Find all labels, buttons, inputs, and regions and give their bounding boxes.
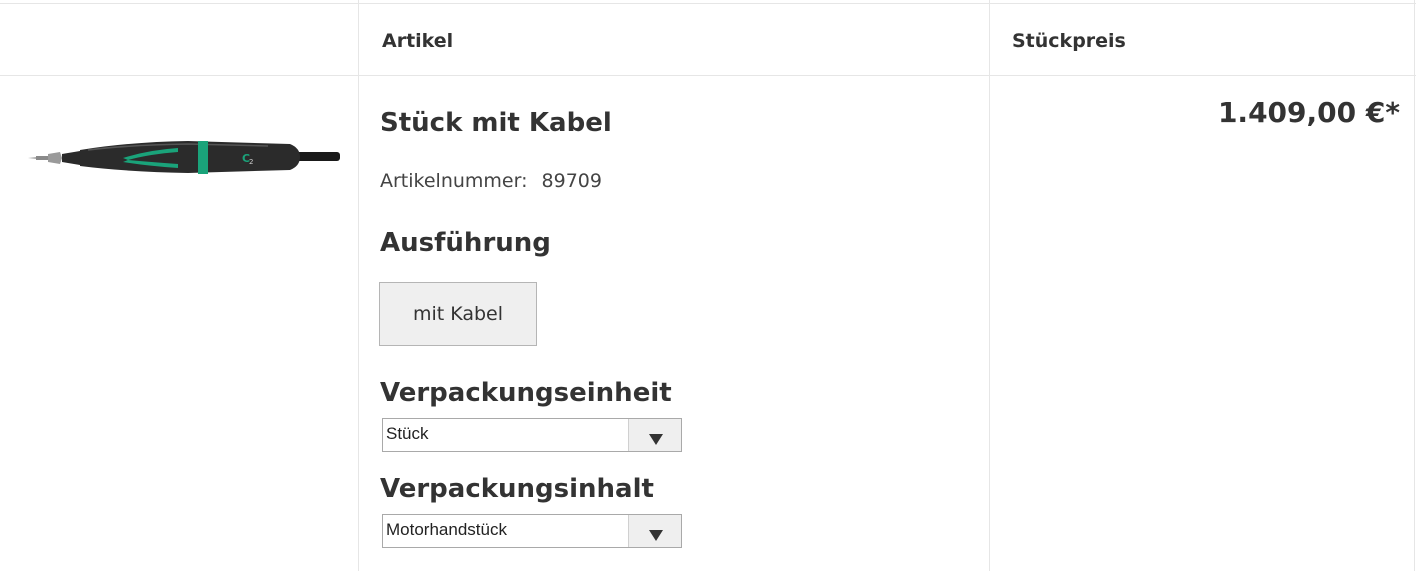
packing-unit-heading: Verpackungseinheit bbox=[380, 378, 672, 408]
column-divider bbox=[358, 0, 359, 571]
chevron-down-icon bbox=[649, 434, 663, 445]
product-image[interactable]: C 2 bbox=[28, 128, 340, 188]
product-table: Artikel Stückpreis C 2 Stück mit Kabel A… bbox=[0, 0, 1416, 571]
header-row-divider bbox=[0, 75, 1416, 76]
dropdown-toggle[interactable] bbox=[628, 419, 681, 451]
variant-heading: Ausführung bbox=[380, 228, 551, 258]
packing-unit-select[interactable]: Stück bbox=[382, 418, 682, 452]
variant-option-button[interactable]: mit Kabel bbox=[379, 282, 537, 346]
packing-unit-selected-value: Stück bbox=[386, 424, 429, 443]
table-top-border bbox=[0, 3, 1416, 4]
packing-content-heading: Verpackungsinhalt bbox=[380, 474, 654, 504]
column-header-article: Artikel bbox=[382, 30, 454, 52]
article-number-value: 89709 bbox=[541, 170, 602, 192]
chevron-down-icon bbox=[649, 530, 663, 541]
article-number-row: Artikelnummer: 89709 bbox=[380, 170, 602, 192]
svg-text:2: 2 bbox=[249, 158, 253, 166]
column-header-unit-price: Stückpreis bbox=[1012, 30, 1126, 52]
dropdown-toggle[interactable] bbox=[628, 515, 681, 547]
handpiece-icon: C 2 bbox=[28, 141, 340, 174]
column-divider bbox=[1414, 0, 1415, 571]
unit-price: 1.409,00 €* bbox=[1217, 96, 1400, 129]
packing-content-select[interactable]: Motorhandstück bbox=[382, 514, 682, 548]
packing-content-selected-value: Motorhandstück bbox=[386, 520, 507, 539]
product-title[interactable]: Stück mit Kabel bbox=[380, 108, 612, 138]
article-number-label: Artikelnummer: bbox=[380, 170, 528, 192]
column-divider bbox=[989, 0, 990, 571]
